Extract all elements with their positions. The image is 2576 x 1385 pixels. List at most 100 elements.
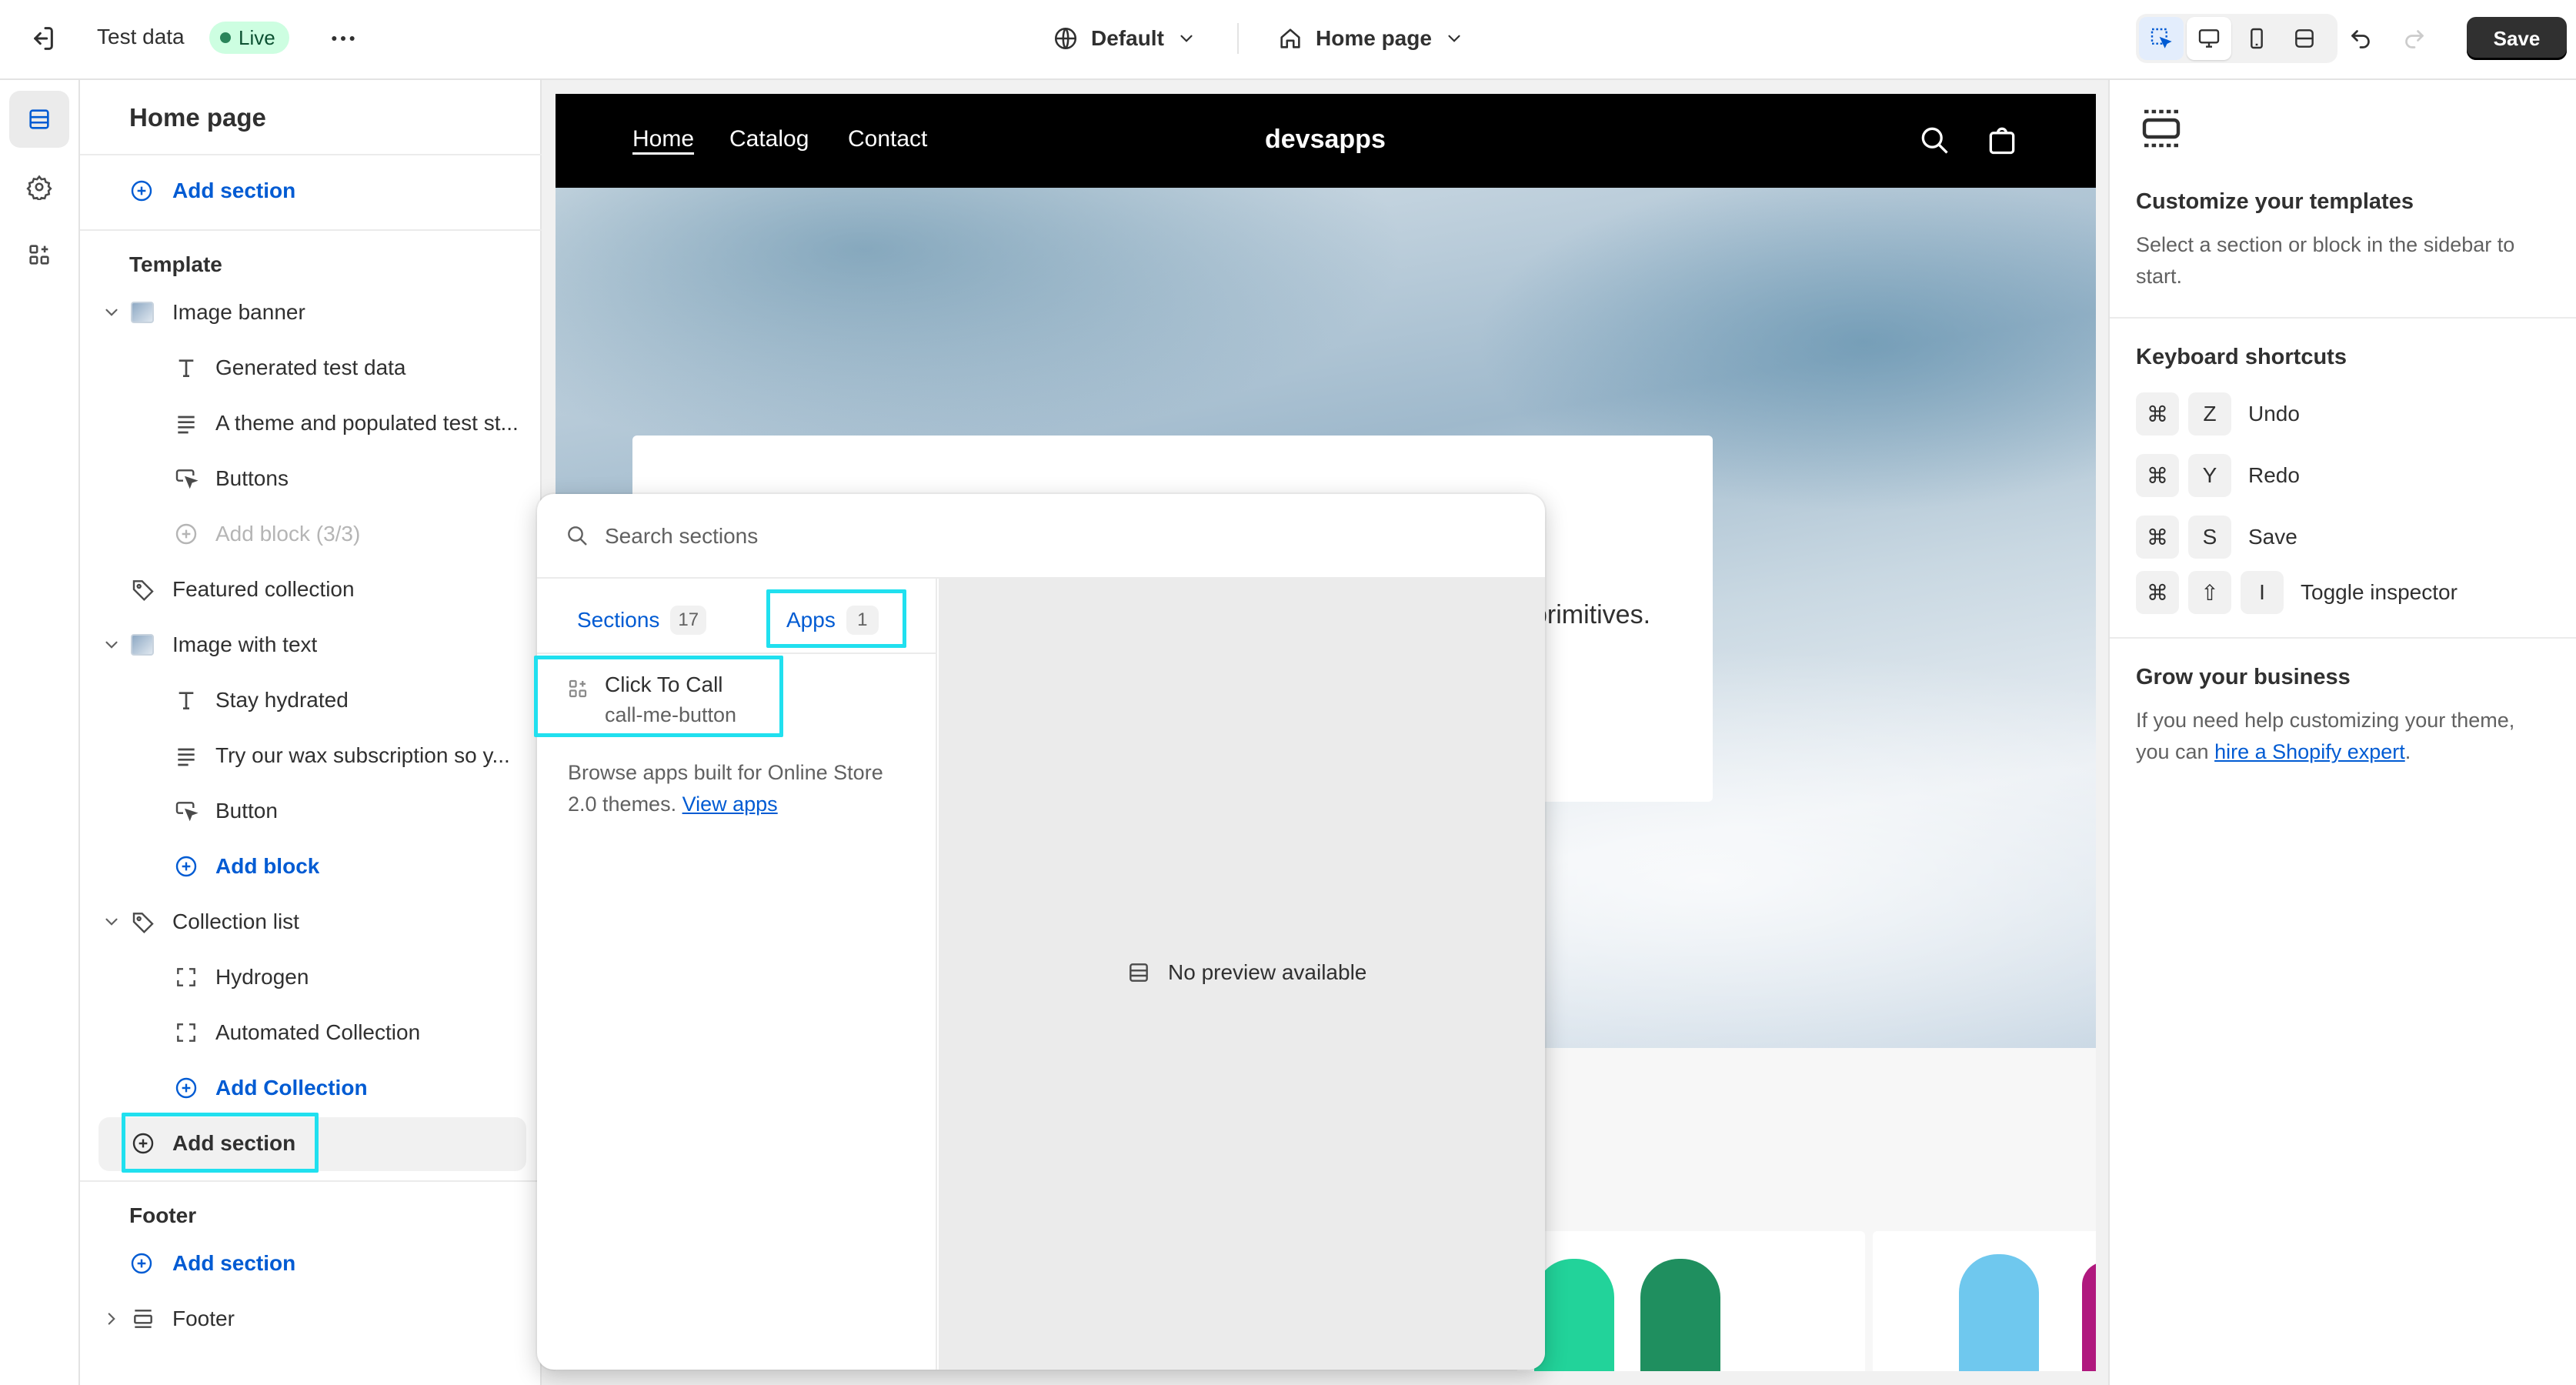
more-actions-icon[interactable] <box>328 23 359 54</box>
header-add-section-button[interactable]: Add section <box>80 163 542 219</box>
block-label: Generated test data <box>215 355 406 379</box>
apps-nav-button[interactable] <box>9 226 69 283</box>
collection-frame-icon <box>174 965 199 990</box>
undo-icon[interactable] <box>2347 23 2374 51</box>
product-card[interactable] <box>1873 1231 2096 1371</box>
store-logo[interactable]: devsapps <box>1265 125 1386 155</box>
block-button[interactable]: Button <box>80 783 542 839</box>
cart-icon[interactable] <box>1985 123 2019 157</box>
block-hydrogen[interactable]: Hydrogen <box>80 949 542 1005</box>
nav-link-catalog[interactable]: Catalog <box>729 126 809 152</box>
chevron-down-icon[interactable] <box>102 635 122 655</box>
shortcuts-title: Keyboard shortcuts <box>2136 345 2347 369</box>
command-key-icon: ⌘ <box>2136 571 2179 614</box>
block-label: Stay hydrated <box>215 688 349 712</box>
template-add-section-button[interactable]: Add section <box>80 1116 542 1171</box>
command-key-icon: ⌘ <box>2136 516 2179 559</box>
view-apps-link[interactable]: View apps <box>682 793 778 816</box>
collection-frame-icon <box>174 1020 199 1045</box>
globe-icon <box>1053 25 1079 52</box>
add-collection-button[interactable]: Add Collection <box>80 1060 542 1116</box>
block-buttons[interactable]: Buttons <box>80 451 542 506</box>
section-image-banner[interactable]: Image banner <box>80 285 542 340</box>
status-badge-label: Live <box>239 25 275 49</box>
theme-selector[interactable]: Default <box>1053 22 1196 55</box>
divider <box>80 1180 542 1182</box>
shortcut-redo: ⌘ Y Redo <box>2136 454 2300 497</box>
divider <box>2110 317 2576 319</box>
apps-icon <box>26 242 52 268</box>
app-block-click-to-call[interactable]: Click To Call call-me-button <box>537 654 937 739</box>
sections-nav-button[interactable] <box>9 91 69 148</box>
search-icon[interactable] <box>1917 123 1951 157</box>
page-selector[interactable]: Home page <box>1277 22 1464 55</box>
add-block-button[interactable]: Add block <box>80 839 542 894</box>
nav-link-contact[interactable]: Contact <box>848 126 927 152</box>
block-theme-text[interactable]: A theme and populated test st... <box>80 395 542 451</box>
shortcut-undo: ⌘ Z Undo <box>2136 392 2300 436</box>
hire-expert-link[interactable]: hire a Shopify expert <box>2214 740 2405 763</box>
status-badge: Live <box>209 22 289 54</box>
block-wax-text[interactable]: Try our wax subscription so y... <box>80 728 542 783</box>
top-bar: Test data Live Default Home page Save <box>0 0 2576 80</box>
chevron-down-icon[interactable] <box>102 302 122 322</box>
gear-icon <box>26 174 52 200</box>
app-title: Click To Call <box>605 672 723 696</box>
desktop-view-button[interactable] <box>2187 17 2231 60</box>
full-width-view-button[interactable] <box>2282 17 2327 60</box>
section-image-with-text[interactable]: Image with text <box>80 617 542 672</box>
text-icon <box>174 688 199 713</box>
theme-settings-nav-button[interactable] <box>9 159 69 215</box>
tag-icon <box>131 909 155 934</box>
section-footer[interactable]: Footer <box>80 1291 542 1347</box>
grow-text-end: . <box>2404 740 2411 763</box>
add-block-label: Add block (3/3) <box>215 522 361 546</box>
chevron-down-icon[interactable] <box>102 912 122 932</box>
block-generated-test-data[interactable]: Generated test data <box>80 340 542 395</box>
section-collection-list[interactable]: Collection list <box>80 894 542 949</box>
inspector-cursor-icon <box>2149 26 2174 51</box>
live-dot-icon <box>220 32 231 43</box>
footer-add-section-button[interactable]: Add section <box>80 1236 542 1291</box>
tab-count: 17 <box>670 606 707 635</box>
section-label: Footer <box>172 1307 235 1330</box>
redo-icon[interactable] <box>2401 23 2428 51</box>
tab-sections[interactable]: Sections 17 <box>577 597 707 643</box>
search-bar <box>537 494 1545 579</box>
divider <box>80 229 542 231</box>
tab-apps[interactable]: Apps 1 <box>786 597 879 643</box>
page-selector-label: Home page <box>1316 26 1432 50</box>
grow-title: Grow your business <box>2136 665 2351 689</box>
section-label: Collection list <box>172 909 299 933</box>
chevron-right-icon[interactable] <box>102 1309 122 1329</box>
save-button[interactable]: Save <box>2467 17 2567 60</box>
add-block-disabled: Add block (3/3) <box>80 506 542 562</box>
section-featured-collection[interactable]: Featured collection <box>80 562 542 617</box>
inspector-toggle-button[interactable] <box>2139 17 2184 60</box>
add-collection-label: Add Collection <box>215 1076 368 1100</box>
command-key-icon: ⌘ <box>2136 392 2179 436</box>
block-label: Hydrogen <box>215 965 309 989</box>
add-block-label: Add block <box>215 854 320 878</box>
button-cursor-icon <box>174 799 199 823</box>
nav-link-home[interactable]: Home <box>632 126 694 152</box>
store-name: Test data <box>97 25 185 48</box>
app-subtitle: call-me-button <box>605 703 737 726</box>
add-section-label: Add section <box>172 1131 296 1155</box>
mobile-view-button[interactable] <box>2234 17 2279 60</box>
shortcut-label: Undo <box>2248 402 2300 426</box>
shortcut-label: Redo <box>2248 463 2300 487</box>
add-section-popover: Sections 17 Apps 1 Click To Call call-me… <box>537 494 1545 1370</box>
product-card[interactable] <box>1517 1231 1865 1371</box>
plus-circle-icon <box>129 179 154 203</box>
banner-text: primitives. <box>1533 600 1651 629</box>
plus-circle-icon <box>129 1251 154 1276</box>
block-stay-hydrated[interactable]: Stay hydrated <box>80 672 542 728</box>
sections-icon <box>1126 960 1151 985</box>
snowboard-image <box>1959 1254 2039 1371</box>
paragraph-icon <box>174 411 199 436</box>
exit-icon[interactable] <box>26 23 57 54</box>
block-automated-collection[interactable]: Automated Collection <box>80 1005 542 1060</box>
search-sections-input[interactable] <box>603 516 1488 557</box>
image-thumbnail-icon <box>131 302 154 323</box>
